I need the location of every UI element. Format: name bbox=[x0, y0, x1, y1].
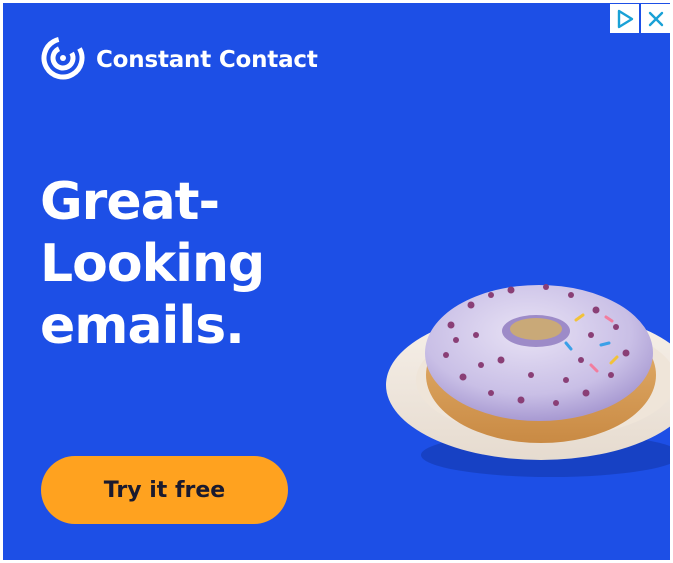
constant-contact-logo-icon bbox=[40, 35, 86, 85]
donut-image bbox=[381, 265, 670, 495]
headline-line-1: Great- bbox=[40, 172, 220, 232]
headline-line-2: Looking bbox=[40, 234, 265, 294]
ad-controls bbox=[610, 4, 670, 33]
headline-line-3: emails. bbox=[40, 296, 245, 356]
adchoices-icon[interactable] bbox=[610, 4, 639, 33]
headline: Great- Looking emails. bbox=[40, 171, 265, 357]
ad-banner[interactable]: Constant Contact Great- Looking emails. … bbox=[3, 3, 670, 560]
brand: Constant Contact bbox=[40, 35, 318, 85]
brand-name: Constant Contact bbox=[96, 47, 318, 73]
try-it-free-button[interactable]: Try it free bbox=[41, 456, 288, 524]
close-icon[interactable] bbox=[641, 4, 670, 33]
